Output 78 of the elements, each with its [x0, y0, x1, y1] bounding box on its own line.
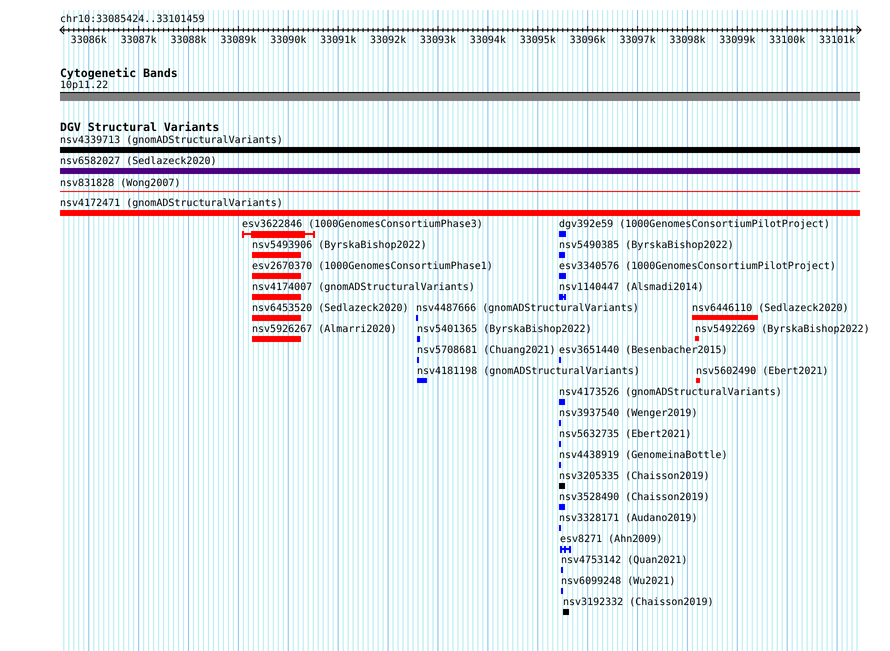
- ruler-tick-label: 33094k: [468, 35, 507, 46]
- feature-label: nsv3205335 (Chaisson2019): [559, 471, 710, 482]
- location-label: chr10:33085424..33101459: [60, 14, 204, 25]
- ruler-tick-label: 33097k: [618, 35, 657, 46]
- feature-label: nsv3328171 (Audano2019): [559, 513, 698, 524]
- band-bar[interactable]: [60, 92, 860, 101]
- feature-label: nsv3192332 (Chaisson2019): [563, 597, 714, 608]
- ruler-tick-label: 33095k: [518, 35, 557, 46]
- ruler-tick-label: 33099k: [718, 35, 756, 46]
- ruler-tick-label: 33092k: [369, 35, 408, 46]
- feature-bar[interactable]: [417, 336, 420, 342]
- feature-label: nsv5926267 (Almarri2020): [252, 324, 396, 335]
- feature-line[interactable]: [60, 191, 860, 192]
- feature-label: nsv1140447 (Alsmadi2014): [559, 282, 704, 293]
- feature-label: nsv5602490 (Ebert2021): [696, 366, 828, 377]
- feature-label: nsv5708681 (Chuang2021): [417, 345, 556, 356]
- feature-whisker[interactable]: [242, 231, 315, 238]
- feature-label: nsv3528490 (Chaisson2019): [559, 492, 710, 503]
- feature-label: nsv4339713 (gnomADStructuralVariants): [60, 135, 283, 146]
- feature-bar[interactable]: [559, 399, 565, 405]
- feature-bar[interactable]: [252, 336, 301, 342]
- feature-label: nsv4172471 (gnomADStructuralVariants): [60, 198, 283, 209]
- feature-label: nsv4181198 (gnomADStructuralVariants): [417, 366, 640, 377]
- feature-label: dgv392e59 (1000GenomesConsortiumPilotProject): [559, 219, 830, 230]
- feature-label: nsv4753142 (Quan2021): [561, 555, 688, 566]
- feature-bar[interactable]: [252, 252, 301, 258]
- ruler-tick-label: 33090k: [269, 35, 308, 46]
- feature-label: nsv6582027 (Sedlazeck2020): [60, 156, 217, 167]
- feature-label: esv2670370 (1000GenomesConsortiumPhase1): [252, 261, 493, 272]
- feature-bar[interactable]: [417, 378, 427, 383]
- feature-bar[interactable]: [692, 315, 758, 320]
- feature-label: esv3340576 (1000GenomesConsortiumPilotProject): [559, 261, 836, 272]
- feature-label: nsv3937540 (Wenger2019): [559, 408, 698, 419]
- feature-label: nsv6446110 (Sedlazeck2020): [692, 303, 849, 314]
- feature-bar[interactable]: [559, 504, 565, 510]
- feature-label: nsv4438919 (GenomeinaBottle): [559, 450, 728, 461]
- ruler-tick-label: 33088k: [169, 35, 208, 46]
- feature-bar[interactable]: [695, 336, 699, 341]
- feature-label: nsv831828 (Wong2007): [60, 178, 180, 189]
- feature-label: nsv6453520 (Sedlazeck2020): [252, 303, 409, 314]
- feature-label: nsv6099248 (Wu2021): [561, 576, 676, 587]
- feature-bar[interactable]: [559, 252, 565, 258]
- feature-whisker[interactable]: [560, 546, 571, 553]
- feature-bar[interactable]: [559, 273, 566, 279]
- track-title: Cytogenetic Bands: [60, 67, 178, 80]
- ruler-tick-label: 33101k: [818, 35, 856, 46]
- feature-bar[interactable]: [60, 210, 860, 216]
- feature-bar[interactable]: [559, 231, 566, 237]
- feature-label: esv3651440 (Besenbacher2015): [559, 345, 728, 356]
- feature-whisker[interactable]: [559, 294, 566, 300]
- feature-bar[interactable]: [60, 147, 860, 153]
- ruler-tick-label: 33091k: [319, 35, 358, 46]
- feature-label: nsv4173526 (gnomADStructuralVariants): [559, 387, 782, 398]
- feature-bar[interactable]: [60, 168, 860, 174]
- feature-label: nsv5493906 (ByrskaBishop2022): [252, 240, 427, 251]
- ruler-tick-label: 33093k: [418, 35, 458, 46]
- feature-bar[interactable]: [696, 378, 700, 383]
- feature-label: nsv4174007 (gnomADStructuralVariants): [252, 282, 475, 293]
- feature-bar[interactable]: [563, 609, 569, 615]
- feature-bar[interactable]: [252, 294, 301, 300]
- ruler-tick-label: 33100k: [768, 35, 806, 46]
- feature-bar[interactable]: [559, 483, 565, 489]
- feature-label: nsv5492269 (ByrskaBishop2022): [695, 324, 870, 335]
- feature-bar[interactable]: [252, 315, 301, 321]
- ruler-tick-label: 33087k: [120, 35, 158, 46]
- feature-label: esv3622846 (1000GenomesConsortiumPhase3): [242, 219, 483, 230]
- feature-label: nsv5490385 (ByrskaBishop2022): [559, 240, 734, 251]
- ruler-tick-label: 33098k: [668, 35, 706, 46]
- feature-label: esv8271 (Ahn2009): [560, 534, 662, 545]
- track-title: DGV Structural Variants: [60, 121, 220, 134]
- ruler-tick-label: 33086k: [70, 35, 108, 46]
- feature-bar[interactable]: [252, 273, 301, 279]
- feature-label: nsv5401365 (ByrskaBishop2022): [417, 324, 592, 335]
- ruler-tick-label: 33096k: [568, 35, 607, 46]
- ruler-tick-label: 33089k: [219, 35, 258, 46]
- feature-label: nsv4487666 (gnomADStructuralVariants): [416, 303, 639, 314]
- feature-label: nsv5632735 (Ebert2021): [559, 429, 692, 440]
- band-label: 10p11.22: [60, 80, 108, 91]
